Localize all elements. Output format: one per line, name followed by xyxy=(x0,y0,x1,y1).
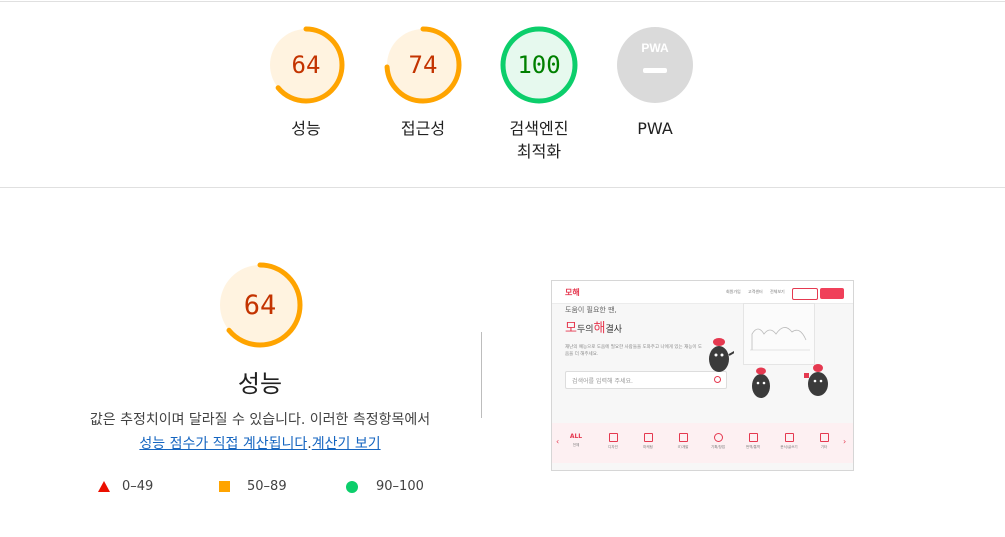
performance-score: 64 xyxy=(243,290,277,321)
thumb-category: 기획/창업 xyxy=(708,433,728,450)
gauge-score: 74 xyxy=(408,51,438,79)
thumb-title: 모두의해결사 xyxy=(565,321,623,336)
mole-character-icon xyxy=(752,367,770,398)
thumb-button xyxy=(820,288,844,299)
gauge-label-line1: 검색엔진 xyxy=(509,119,569,138)
thumb-chart-card xyxy=(743,303,815,365)
gauge-label: PWA xyxy=(637,119,673,138)
idea-icon xyxy=(713,433,723,442)
gauge-score: 100 xyxy=(517,51,561,79)
gauge-label: 검색엔진 최적화 xyxy=(479,117,599,163)
thumb-search-placeholder: 검색어를 입력해 주세요. xyxy=(572,378,633,385)
pwa-badge-text: PWA xyxy=(641,41,669,55)
thumb-nav-item: 전체보기 xyxy=(770,289,785,294)
legend-range: 50–89 xyxy=(247,479,287,494)
thumb-nav-item: 고객센터 xyxy=(748,289,763,294)
thumb-category-bar xyxy=(552,423,853,463)
thumb-category: 기타 xyxy=(814,433,834,450)
top-divider xyxy=(0,1,1005,2)
etc-icon xyxy=(819,433,829,442)
final-screenshot[interactable]: 모해 회원가입 고객센터 전체보기 도움이 필요한 땐, 모두의해결사 재난의 … xyxy=(551,280,854,471)
performance-description: 값은 추정치이며 달라질 수 있습니다. 이러한 측정항목에서 성능 점수가 직… xyxy=(60,408,460,456)
thumb-category-label: 디자인 xyxy=(608,445,618,449)
design-icon xyxy=(608,433,618,442)
gauge-accessibility[interactable]: 74 접근성 xyxy=(383,25,463,140)
thumb-category-label: 기타 xyxy=(820,445,828,449)
square-icon xyxy=(219,481,230,492)
performance-gauge: 64 xyxy=(216,261,304,349)
translate-icon xyxy=(748,433,758,442)
document-icon xyxy=(784,433,794,442)
thumb-category: 마케팅 xyxy=(638,433,658,450)
mole-character-icon xyxy=(804,364,828,396)
gauge-ring: 64 xyxy=(266,25,346,105)
thumb-category-label: 전체 xyxy=(572,443,580,447)
gauge-label-line2: 최적화 xyxy=(516,142,562,161)
thumb-category-label: 기획/창업 xyxy=(710,445,726,449)
circle-icon xyxy=(346,481,358,493)
thumb-category-label: 번역/통역 xyxy=(745,445,761,449)
thumb-button xyxy=(792,288,818,300)
thumb-category-label: 문서/글쓰기 xyxy=(780,445,798,449)
legend-range: 0–49 xyxy=(122,479,154,494)
gauge-pwa[interactable]: PWA PWA xyxy=(615,25,695,140)
gauge-label: 접근성 xyxy=(400,119,446,138)
gauge-ring: 74 xyxy=(383,25,463,105)
marketing-icon xyxy=(643,433,653,442)
view-calculator-link[interactable]: 계산기 보기 xyxy=(312,436,381,452)
thumb-subtitle: 도움이 필요한 땐, xyxy=(565,306,617,314)
search-icon xyxy=(714,376,721,383)
thumb-category: 문서/글쓰기 xyxy=(779,433,799,450)
gauge-performance[interactable]: 64 성능 xyxy=(266,25,346,140)
thumb-nav-item: 회원가입 xyxy=(726,289,741,294)
pwa-badge-icon: PWA xyxy=(615,25,695,105)
chevron-left-icon: ‹ xyxy=(556,437,560,446)
gauge-score: 64 xyxy=(291,51,321,79)
mole-character-icon xyxy=(709,338,734,372)
gauge-seo[interactable]: 100 검색엔진 최적화 xyxy=(499,25,579,163)
thumb-small-text: 재난의 예능으로 도움에 필요한 사람들을 도와주고 나에게 있는 재능이 도움… xyxy=(565,345,703,357)
performance-title: 성능 xyxy=(237,370,283,398)
thumb-search: 검색어를 입력해 주세요. xyxy=(565,371,727,389)
gauge-ring: 100 xyxy=(499,25,579,105)
thumb-category: 번역/통역 xyxy=(743,433,763,450)
thumb-category: 디자인 xyxy=(603,433,623,450)
description-text: 값은 추정치이며 달라질 수 있습니다. 이러한 측정항목에서 xyxy=(89,412,431,428)
it-icon xyxy=(678,433,688,442)
score-calculation-link[interactable]: 성능 점수가 직접 계산됩니다 xyxy=(139,436,307,452)
thumb-logo: 모해 xyxy=(565,288,580,297)
section-divider xyxy=(0,187,1005,188)
thumb-category-all-text: ALL xyxy=(569,433,583,440)
legend-range: 90–100 xyxy=(376,479,424,494)
triangle-icon xyxy=(98,481,110,492)
thumb-category-all: ALL 전체 xyxy=(566,433,586,448)
thumb-category-label: 마케팅 xyxy=(643,445,653,449)
vertical-divider xyxy=(481,332,482,418)
thumb-category: IT/개발 xyxy=(673,433,693,450)
thumb-navbar: 모해 회원가입 고객센터 전체보기 xyxy=(552,281,853,304)
thumb-category-label: IT/개발 xyxy=(677,445,689,449)
gauge-label: 성능 xyxy=(291,119,321,138)
chevron-right-icon: › xyxy=(843,437,847,446)
